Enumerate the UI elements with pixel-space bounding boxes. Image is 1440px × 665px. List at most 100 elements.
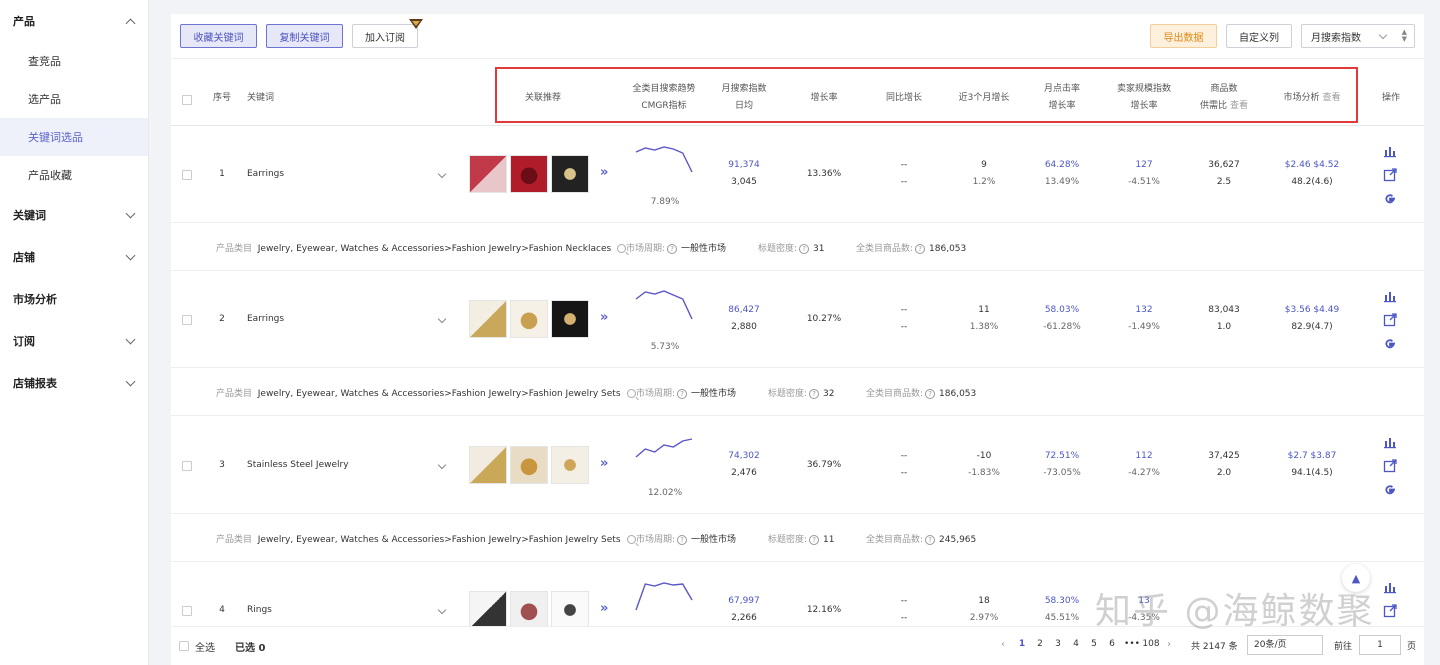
page-link[interactable]: 5	[1087, 639, 1101, 649]
row-checkbox[interactable]	[182, 170, 192, 180]
search-icon[interactable]	[617, 244, 627, 253]
product-thumbnail[interactable]	[510, 591, 548, 629]
seller-scale-value[interactable]: 112	[1109, 448, 1179, 465]
chevron-down-icon[interactable]	[437, 169, 447, 179]
product-thumbnail[interactable]	[510, 155, 548, 193]
help-icon[interactable]: ?	[799, 243, 810, 254]
per-page-select[interactable]: 20条/页	[1247, 635, 1323, 655]
product-thumbnail[interactable]	[510, 446, 548, 484]
click-rate-value[interactable]: 58.30%	[1029, 593, 1095, 610]
chevron-down-icon[interactable]	[437, 314, 447, 324]
page-link[interactable]: 2	[1033, 639, 1047, 649]
more-related-icon[interactable]: »	[600, 310, 608, 325]
growth-rate: 13.36%	[806, 169, 842, 179]
header-checkbox[interactable]	[182, 95, 192, 105]
sidebar-item-select-product[interactable]: 选产品	[0, 80, 148, 118]
sidebar-item-competitor[interactable]: 查竞品	[0, 42, 148, 80]
category-path: Jewelry, Eyewear, Watches & Accessories>…	[257, 389, 621, 399]
row-keyword[interactable]: Earrings	[247, 314, 284, 324]
seller-scale-value[interactable]: 127	[1109, 157, 1179, 174]
row-checkbox[interactable]	[182, 461, 192, 471]
category-info-bar: 产品类目 Jewelry, Eyewear, Watches & Accesso…	[171, 368, 1424, 416]
price-range[interactable]: $2.46 $4.52	[1271, 157, 1353, 174]
help-icon[interactable]: ?	[809, 388, 820, 399]
select-all-label[interactable]: 全选	[195, 639, 215, 654]
goto-page-input[interactable]: 1	[1359, 635, 1401, 655]
help-icon[interactable]: ?	[667, 243, 678, 254]
sidebar-group-market[interactable]: 市场分析	[0, 278, 148, 320]
help-icon[interactable]: ?	[809, 534, 820, 545]
help-icon[interactable]: ?	[925, 534, 936, 545]
product-thumbnail[interactable]	[469, 591, 507, 629]
product-thumbnail[interactable]	[469, 155, 507, 193]
help-icon[interactable]: ?	[925, 388, 936, 399]
sidebar-group-shop[interactable]: 店铺	[0, 236, 148, 278]
prev-page-icon[interactable]: ‹	[1001, 639, 1005, 650]
sort-select[interactable]: 月搜索指数 ▲ ▼	[1301, 24, 1415, 48]
sidebar-group-keyword[interactable]: 关键词	[0, 194, 148, 236]
select-all-checkbox[interactable]	[179, 641, 189, 651]
click-rate-value[interactable]: 58.03%	[1029, 302, 1095, 319]
row-checkbox[interactable]	[182, 606, 192, 616]
sidebar-group-product[interactable]: 产品	[0, 0, 148, 42]
product-thumbnail[interactable]	[510, 300, 548, 338]
product-thumbnail[interactable]	[551, 446, 589, 484]
custom-columns-button[interactable]: 自定义列	[1226, 24, 1292, 48]
external-link-icon[interactable]	[1383, 168, 1397, 182]
row-checkbox[interactable]	[182, 315, 192, 325]
more-related-icon[interactable]: »	[600, 601, 608, 616]
help-icon[interactable]: ?	[677, 388, 688, 399]
monthly-search-value[interactable]: 91,374	[711, 157, 777, 174]
page-link[interactable]: 6	[1105, 639, 1119, 649]
more-related-icon[interactable]: »	[600, 165, 608, 180]
monthly-search-value[interactable]: 67,997	[711, 593, 777, 610]
cmgr-value: 5.73%	[650, 342, 680, 352]
sidebar-group-subscribe[interactable]: 订阅	[0, 320, 148, 362]
page-link[interactable]: 1	[1015, 639, 1029, 649]
collect-keyword-button[interactable]: 收藏关键词	[180, 24, 257, 48]
product-thumbnail[interactable]	[551, 155, 589, 193]
row-keyword[interactable]: Rings	[247, 605, 272, 615]
more-related-icon[interactable]: »	[600, 456, 608, 471]
next-page-icon[interactable]: ›	[1167, 639, 1171, 650]
product-thumbnail[interactable]	[469, 300, 507, 338]
bar-chart-icon[interactable]	[1383, 435, 1397, 449]
price-range[interactable]: $3.56 $4.49	[1271, 302, 1353, 319]
row-keyword[interactable]: Stainless Steel Jewelry	[247, 460, 349, 470]
monthly-search-value[interactable]: 74,302	[711, 448, 777, 465]
bar-chart-icon[interactable]	[1383, 289, 1397, 303]
page-link[interactable]: 108	[1141, 639, 1161, 649]
page-link[interactable]: 4	[1069, 639, 1083, 649]
product-thumbnail[interactable]	[551, 591, 589, 629]
seller-scale-value[interactable]: 132	[1109, 302, 1179, 319]
bar-chart-icon[interactable]	[1383, 144, 1397, 158]
google-icon[interactable]	[1383, 483, 1397, 497]
google-icon[interactable]	[1383, 192, 1397, 206]
external-link-icon[interactable]	[1383, 604, 1397, 618]
row-keyword[interactable]: Earrings	[247, 169, 284, 179]
external-link-icon[interactable]	[1383, 459, 1397, 473]
chevron-down-icon[interactable]	[437, 605, 447, 615]
search-icon[interactable]	[626, 389, 636, 398]
help-icon[interactable]: ?	[915, 243, 926, 254]
sidebar-item-product-favorites[interactable]: 产品收藏	[0, 156, 148, 194]
sidebar-item-keyword-select[interactable]: 关键词选品	[0, 118, 148, 156]
category-info-bar: 产品类目 Jewelry, Eyewear, Watches & Accesso…	[171, 223, 1424, 271]
copy-keyword-button[interactable]: 复制关键词	[266, 24, 343, 48]
product-thumbnail[interactable]	[469, 446, 507, 484]
page-link[interactable]: 3	[1051, 639, 1065, 649]
price-range[interactable]: $2.7 $3.87	[1271, 448, 1353, 465]
chevron-down-icon[interactable]	[437, 460, 447, 470]
export-data-button[interactable]: 导出数据	[1150, 24, 1217, 48]
search-icon[interactable]	[626, 535, 636, 544]
external-link-icon[interactable]	[1383, 313, 1397, 327]
google-icon[interactable]	[1383, 337, 1397, 351]
bar-chart-icon[interactable]	[1383, 580, 1397, 594]
help-icon[interactable]: ?	[677, 534, 688, 545]
sidebar-group-shop-report[interactable]: 店铺报表	[0, 362, 148, 404]
page-ellipsis[interactable]: •••	[1123, 639, 1141, 649]
click-rate-value[interactable]: 64.28%	[1029, 157, 1095, 174]
click-rate-value[interactable]: 72.51%	[1029, 448, 1095, 465]
monthly-search-value[interactable]: 86,427	[711, 302, 777, 319]
product-thumbnail[interactable]	[551, 300, 589, 338]
